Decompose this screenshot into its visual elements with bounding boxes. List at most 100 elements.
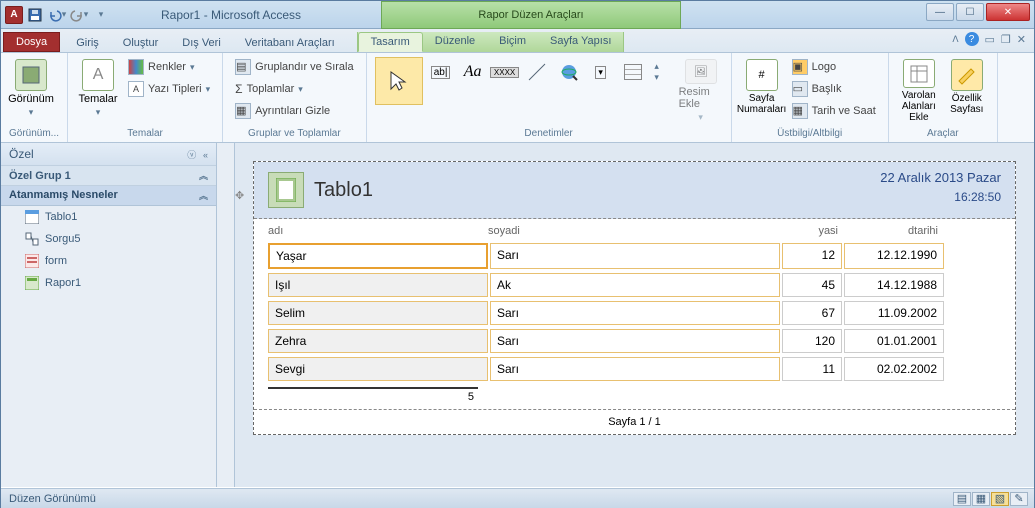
data-row[interactable]: SelimSarı6711.09.2002 [254,299,1015,327]
tab-create[interactable]: Oluştur [111,34,170,52]
save-icon[interactable] [25,5,45,25]
undo-icon[interactable]: ▾ [47,5,67,25]
gallery-scroll[interactable]: ▴▾ [649,57,665,87]
report-time[interactable]: 16:28:50 [954,190,1001,204]
data-row[interactable]: YaşarSarı1212.12.1990 [254,241,1015,271]
add-existing-fields-button[interactable]: Varolan Alanları Ekle [897,57,941,123]
page-numbers-button[interactable]: # Sayfa Numaraları [740,57,784,123]
logo-button[interactable]: ▣Logo [788,57,880,77]
report-view-icon[interactable]: ▤ [953,492,971,506]
count-field[interactable]: 5 [268,387,478,405]
cell-bdate[interactable]: 11.09.2002 [844,301,944,325]
cell-name[interactable]: Sevgi [268,357,488,381]
help-icon[interactable]: ? [965,32,979,46]
col-header-surname[interactable]: soyadi [488,225,778,237]
insert-image-button[interactable]: 🖼 Resim Ekle ▾ [679,57,723,123]
nav-group-unassigned[interactable]: Atanmamış Nesneler︽ [1,186,216,206]
layout-view-icon[interactable]: ▧ [991,492,1009,506]
nav-group-custom[interactable]: Özel Grup 1︽ [1,166,216,186]
tab-design[interactable]: Tasarım [358,32,423,52]
page-footer[interactable]: Sayfa 1 / 1 [254,409,1015,434]
cell-age[interactable]: 45 [782,273,842,297]
mdi-minimize-icon[interactable]: ▭ [985,33,995,46]
report-date[interactable]: 22 Aralık 2013 Pazar [880,170,1001,185]
mdi-close-icon[interactable]: ✕ [1017,33,1026,46]
minimize-ribbon-icon[interactable]: ᐱ [952,34,958,45]
line-tool[interactable] [521,57,553,87]
totals-button[interactable]: Σ Toplamlar ▾ [231,79,357,99]
nav-header[interactable]: Özelⓥ « [1,143,216,166]
cell-name[interactable]: Yaşar [268,243,488,269]
mdi-restore-icon[interactable]: ❐ [1001,33,1011,46]
cell-age[interactable]: 120 [782,329,842,353]
nav-collapse-icon[interactable]: « [203,150,208,160]
close-button[interactable]: ✕ [986,3,1030,21]
design-view-icon[interactable]: ✎ [1010,492,1028,506]
tab-file[interactable]: Dosya [3,32,60,52]
print-preview-icon[interactable]: ▦ [972,492,990,506]
cell-age[interactable]: 12 [782,243,842,269]
nav-item-table[interactable]: Tablo1 [1,206,216,228]
col-header-age[interactable]: yasi [778,225,838,237]
button-tool[interactable]: XXXX [489,57,521,87]
ribbon: Görünüm ▾ Görünüm... A Temalar ▾ Renkler… [1,53,1034,143]
select-tool[interactable] [375,57,423,105]
title-button[interactable]: ▭Başlık [788,79,880,99]
colors-button[interactable]: Renkler ▾ [124,57,214,77]
textbox-tool[interactable]: ab| [425,57,457,87]
cell-age[interactable]: 11 [782,357,842,381]
cell-bdate[interactable]: 02.02.2002 [844,357,944,381]
report-logo[interactable] [268,172,304,208]
cell-bdate[interactable]: 01.01.2001 [844,329,944,353]
data-row[interactable]: ZehraSarı12001.01.2001 [254,327,1015,355]
cell-bdate[interactable]: 12.12.1990 [844,243,944,269]
nav-item-report[interactable]: Rapor1 [1,272,216,294]
qat-customize-icon[interactable]: ▾ [91,5,111,25]
maximize-button[interactable]: ☐ [956,3,984,21]
tab-dbtools[interactable]: Veritabanı Araçları [233,34,347,52]
colors-icon [128,59,144,75]
col-header-bdate[interactable]: dtarihi [838,225,938,237]
date-time-button[interactable]: ▦Tarih ve Saat [788,101,880,121]
cell-surname[interactable]: Ak [490,273,780,297]
cell-surname[interactable]: Sarı [490,243,780,269]
property-sheet-button[interactable]: Özellik Sayfası [945,57,989,123]
tab-external[interactable]: Dış Veri [170,34,233,52]
window-title: Rapor1 - Microsoft Access [161,8,301,22]
nav-dropdown-icon[interactable]: ⓥ [187,150,196,160]
tab-home[interactable]: Giriş [64,34,111,52]
minimize-button[interactable]: — [926,3,954,21]
app-icon[interactable]: A [5,6,23,24]
tab-format[interactable]: Biçim [487,32,538,52]
tab-arrange[interactable]: Düzenle [423,32,487,52]
themes-button[interactable]: A Temalar ▾ [76,57,120,123]
report-surface[interactable]: Tablo1 22 Aralık 2013 Pazar 16:28:50 adı… [253,161,1016,435]
nav-item-query[interactable]: Sorgu5 [1,228,216,250]
data-row[interactable]: IşılAk4514.12.1988 [254,271,1015,299]
tab-page[interactable]: Sayfa Yapısı [538,32,623,52]
data-row[interactable]: SevgiSarı1102.02.2002 [254,355,1015,383]
cell-surname[interactable]: Sarı [490,357,780,381]
cell-surname[interactable]: Sarı [490,301,780,325]
view-button[interactable]: Görünüm ▾ [9,57,53,123]
col-header-name[interactable]: adı [268,225,488,237]
label-tool[interactable]: Aa [457,57,489,87]
cell-bdate[interactable]: 14.12.1988 [844,273,944,297]
cell-age[interactable]: 67 [782,301,842,325]
hide-details-button[interactable]: ▦Ayrıntıları Gizle [231,101,357,121]
redo-icon[interactable]: ▾ [69,5,89,25]
row-selector-icon[interactable]: ✥ [235,189,244,202]
nav-item-form[interactable]: form [1,250,216,272]
cell-name[interactable]: Selim [268,301,488,325]
group-sort-button[interactable]: ▤Gruplandır ve Sırala [231,57,357,77]
themes-label: Temalar [78,93,117,105]
combobox-tool[interactable]: ▾ [585,57,617,87]
cell-surname[interactable]: Sarı [490,329,780,353]
listbox-tool[interactable] [617,57,649,87]
cell-name[interactable]: Zehra [268,329,488,353]
hyperlink-tool[interactable] [553,57,585,87]
cell-name[interactable]: Işıl [268,273,488,297]
vertical-ruler [217,143,235,487]
report-title[interactable]: Tablo1 [314,179,373,202]
fonts-button[interactable]: AYazı Tipleri ▾ [124,79,214,99]
